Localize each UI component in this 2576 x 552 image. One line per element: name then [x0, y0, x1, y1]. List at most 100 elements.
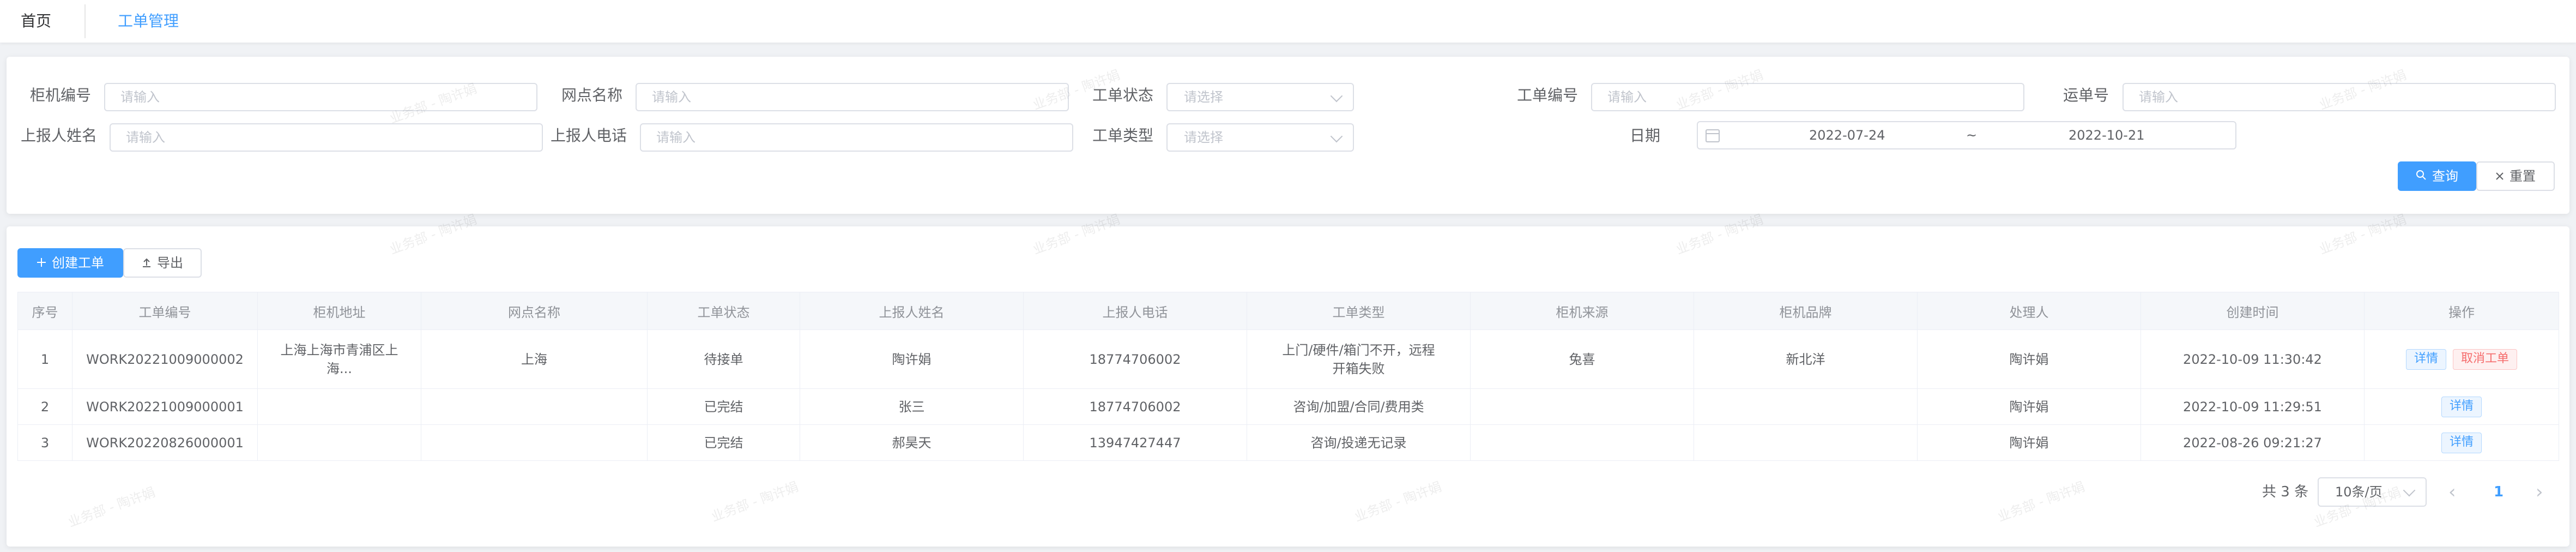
col-header-index: 序号	[17, 292, 72, 330]
cell-source	[1470, 388, 1694, 425]
date-separator: ~	[1966, 128, 1978, 143]
col-header-handler: 处理人	[1917, 292, 2141, 330]
cabinet-no-label: 柜机编号	[30, 86, 92, 104]
type-label: 工单类型	[1092, 127, 1154, 145]
col-header-type: 工单类型	[1247, 292, 1471, 330]
chevron-down-icon	[2403, 484, 2416, 497]
page-size-select[interactable]: 10条/页	[2318, 477, 2427, 507]
work-order-table-panel: 创建工单 导出 序号 工单编号 柜机地址 网点名称 工单状态 上报人姓名 上报人…	[7, 226, 2569, 547]
status-label: 工单状态	[1092, 86, 1154, 104]
cell-index: 1	[17, 329, 72, 389]
detail-button[interactable]: 详情	[2405, 349, 2446, 370]
export-button[interactable]: 导出	[123, 248, 202, 278]
reset-button-label: 重置	[2510, 169, 2536, 184]
query-button[interactable]: 查询	[2398, 161, 2476, 191]
cancel-work-order-button[interactable]: 取消工单	[2453, 349, 2518, 370]
order-no-label: 工单编号	[1517, 86, 1579, 104]
type-select[interactable]: 请选择	[1166, 123, 1354, 152]
col-header-order-no: 工单编号	[72, 292, 258, 330]
cell-type: 上门/硬件/箱门不开，远程开箱失败	[1247, 329, 1471, 389]
col-header-status: 工单状态	[647, 292, 800, 330]
reset-button[interactable]: 重置	[2476, 161, 2555, 191]
site-name-input[interactable]	[636, 83, 1069, 111]
reporter-phone-input[interactable]	[640, 123, 1073, 152]
cell-order-no: WORK20221009000001	[72, 388, 258, 425]
cell-status: 已完结	[647, 424, 800, 461]
cabinet-no-input[interactable]	[104, 83, 537, 111]
plus-icon	[37, 249, 46, 277]
cell-source: 兔喜	[1470, 329, 1694, 389]
cell-index: 2	[17, 388, 72, 425]
date-range-picker[interactable]: 2022-07-24 ~ 2022-10-21	[1697, 121, 2236, 149]
cell-index: 3	[17, 424, 72, 461]
chevron-down-icon	[1330, 89, 1343, 103]
cell-brand	[1694, 388, 1918, 425]
page-number-current[interactable]: 1	[2494, 477, 2504, 507]
export-button-label: 导出	[157, 255, 183, 271]
calendar-icon	[1706, 129, 1720, 142]
cell-type: 咨询/加盟/合同/费用类	[1247, 388, 1471, 425]
query-button-label: 查询	[2432, 169, 2458, 184]
search-icon	[2416, 163, 2427, 190]
next-page-button[interactable]: ›	[2536, 477, 2543, 507]
col-header-actions: 操作	[2364, 292, 2559, 330]
col-header-phone: 上报人电话	[1023, 292, 1247, 330]
cell-site	[421, 424, 648, 461]
table-row: 3 WORK20220826000001 已完结 郝昊天 13947427447…	[17, 424, 2559, 461]
cell-actions: 详情	[2364, 424, 2559, 461]
cell-handler: 陶许娟	[1917, 424, 2141, 461]
cell-phone: 18774706002	[1023, 388, 1247, 425]
tab-home[interactable]: 首页	[21, 0, 51, 43]
col-header-site: 网点名称	[421, 292, 648, 330]
waybill-no-input[interactable]	[2123, 83, 2556, 111]
cell-actions: 详情	[2364, 388, 2559, 425]
cell-status: 已完结	[647, 388, 800, 425]
date-end[interactable]: 2022-10-21	[2069, 122, 2144, 148]
cell-status: 待接单	[647, 329, 800, 389]
cell-reporter: 陶许娟	[800, 329, 1024, 389]
date-label: 日期	[1630, 127, 1661, 145]
cell-address	[257, 424, 421, 461]
col-header-address: 柜机地址	[257, 292, 421, 330]
table-row: 1 WORK20221009000002 上海上海市青浦区上海... 上海 待接…	[17, 329, 2559, 389]
cell-handler: 陶许娟	[1917, 329, 2141, 389]
cell-brand: 新北洋	[1694, 329, 1918, 389]
chevron-down-icon	[1330, 130, 1343, 143]
detail-button[interactable]: 详情	[2441, 397, 2482, 417]
cell-source	[1470, 424, 1694, 461]
cell-actions: 详情 取消工单	[2364, 329, 2559, 389]
tab-bar: 首页 工单管理	[0, 0, 2576, 43]
tab-work-order-management[interactable]: 工单管理	[118, 0, 179, 43]
col-header-created: 创建时间	[2140, 292, 2365, 330]
cell-handler: 陶许娟	[1917, 388, 2141, 425]
cell-created: 2022-08-26 09:21:27	[2140, 424, 2365, 461]
reporter-name-label: 上报人姓名	[21, 127, 98, 145]
col-header-reporter: 上报人姓名	[800, 292, 1024, 330]
tab-divider	[84, 4, 86, 38]
cell-type: 咨询/投递无记录	[1247, 424, 1471, 461]
cell-address	[257, 388, 421, 425]
order-no-input[interactable]	[1591, 83, 2024, 111]
prev-page-button[interactable]: ‹	[2448, 477, 2456, 507]
page-size-value: 10条/页	[2335, 484, 2383, 500]
cell-created: 2022-10-09 11:29:51	[2140, 388, 2365, 425]
status-select-placeholder: 请选择	[1184, 89, 1223, 105]
create-work-order-button[interactable]: 创建工单	[17, 248, 123, 278]
reporter-name-input[interactable]	[110, 123, 543, 152]
cell-site	[421, 388, 648, 425]
status-select[interactable]: 请选择	[1166, 83, 1354, 111]
filter-panel: 柜机编号 网点名称 工单状态 请选择 工单编号 运单号 上报人姓名 上报人电话 …	[7, 57, 2569, 214]
cell-phone: 18774706002	[1023, 329, 1247, 389]
date-start[interactable]: 2022-07-24	[1809, 122, 1885, 148]
cell-address: 上海上海市青浦区上海...	[257, 329, 421, 389]
detail-button[interactable]: 详情	[2441, 433, 2482, 453]
table-header-row: 序号 工单编号 柜机地址 网点名称 工单状态 上报人姓名 上报人电话 工单类型 …	[17, 292, 2559, 330]
cell-brand	[1694, 424, 1918, 461]
cell-reporter: 张三	[800, 388, 1024, 425]
table-row: 2 WORK20221009000001 已完结 张三 18774706002 …	[17, 388, 2559, 425]
type-select-placeholder: 请选择	[1184, 130, 1223, 145]
waybill-no-label: 运单号	[2063, 86, 2109, 104]
reporter-phone-label: 上报人电话	[551, 127, 627, 145]
cell-order-no: WORK20220826000001	[72, 424, 258, 461]
create-work-order-label: 创建工单	[52, 255, 104, 271]
